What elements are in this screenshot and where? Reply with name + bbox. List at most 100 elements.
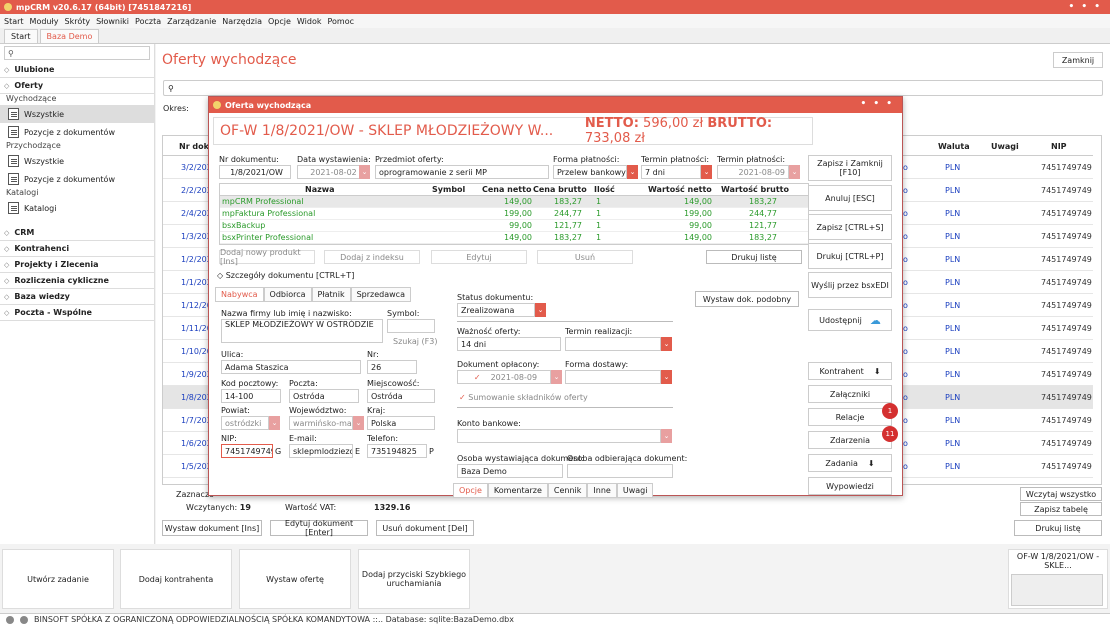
subject-field[interactable]: oprogramowanie z serii MP bbox=[375, 165, 549, 179]
sidebar-section-oferty[interactable]: ◇ Oferty bbox=[0, 78, 154, 94]
tab-cennik[interactable]: Cennik bbox=[547, 483, 588, 498]
post-office-field[interactable]: Ostróda bbox=[289, 389, 359, 403]
tab-start[interactable]: Start bbox=[4, 29, 38, 43]
payment-date-dropdown-icon[interactable]: ⌄ bbox=[789, 165, 800, 179]
save-table-button[interactable]: Zapisz tabelę bbox=[1020, 502, 1102, 516]
sidebar-item-wszystkie-przych[interactable]: Wszystkie bbox=[0, 152, 154, 170]
tile-add-shortcuts[interactable]: Dodaj przyciski Szybkiego uruchamiania bbox=[358, 549, 470, 609]
postal-code-field[interactable]: 14-100 bbox=[221, 389, 281, 403]
sidebar-section-poczta[interactable]: ◇ Poczta - Wspólne bbox=[0, 305, 154, 321]
menu-slowniki[interactable]: Słowniki bbox=[96, 17, 129, 26]
sum-components-checkbox[interactable]: ✓ Sumowanie składników oferty bbox=[459, 393, 588, 402]
payment-date-field[interactable]: 2021-08-09 bbox=[717, 165, 789, 179]
city-field[interactable]: Ostróda bbox=[367, 389, 435, 403]
add-document-button[interactable]: Wystaw dokument [Ins] bbox=[162, 520, 262, 536]
voivodeship-dropdown-icon[interactable]: ⌄ bbox=[353, 416, 364, 430]
sidebar-item-pozycje-wych[interactable]: Pozycje z dokumentów bbox=[0, 123, 154, 141]
email-field[interactable]: sklepmlodziezowy bbox=[289, 444, 353, 458]
menu-skroty[interactable]: Skróty bbox=[65, 17, 91, 26]
status-field[interactable]: Zrealizowana bbox=[457, 303, 535, 317]
realization-dropdown-icon[interactable]: ⌄ bbox=[661, 337, 672, 351]
realization-field[interactable] bbox=[565, 337, 661, 351]
phone-field[interactable]: 735194825 bbox=[367, 444, 427, 458]
tab-platnik[interactable]: Płatnik bbox=[311, 287, 351, 302]
date-dropdown-icon[interactable]: ⌄ bbox=[359, 165, 370, 179]
menu-start[interactable]: Start bbox=[4, 17, 24, 26]
bank-account-field[interactable] bbox=[457, 429, 661, 443]
edit-product-button[interactable]: Edytuj bbox=[431, 250, 527, 264]
product-row[interactable]: bsxPrinter Professional 149,00 183,27 1 149,… bbox=[220, 232, 808, 244]
menu-opcje[interactable]: Opcje bbox=[268, 17, 291, 26]
print-list-button[interactable]: Drukuj listę bbox=[1014, 520, 1102, 536]
voivodeship-field[interactable]: warmińsko-mazu bbox=[289, 416, 353, 430]
main-search-input[interactable]: ⚲ bbox=[163, 80, 1103, 96]
sidebar-section-kontrahenci[interactable]: ◇ Kontrahenci bbox=[0, 241, 154, 257]
product-row[interactable]: mpFaktura Professional 199,00 244,77 1 199,0… bbox=[220, 208, 808, 220]
country-field[interactable]: Polska bbox=[367, 416, 435, 430]
status-dropdown-icon[interactable]: ⌄ bbox=[535, 303, 546, 317]
phone-p-button[interactable]: P bbox=[429, 447, 434, 456]
nip-field[interactable]: 7451749749 bbox=[221, 444, 273, 458]
payment-term-dropdown-icon[interactable]: ⌄ bbox=[701, 165, 712, 179]
sidebar-item-katalogi[interactable]: Katalogi bbox=[0, 199, 154, 217]
issuer-field[interactable]: Baza Demo bbox=[457, 464, 563, 478]
similar-document-button[interactable]: Wystaw dok. podobny bbox=[695, 291, 799, 307]
col-uwagi[interactable]: Uwagi bbox=[991, 142, 1019, 151]
delete-document-button[interactable]: Usuń dokument [Del] bbox=[376, 520, 474, 536]
tile-create-task[interactable]: Utwórz zadanie bbox=[2, 549, 114, 609]
tile-add-contractor[interactable]: Dodaj kontrahenta bbox=[120, 549, 232, 609]
sidebar-item-wszystkie-wych[interactable]: Wszystkie bbox=[0, 105, 154, 123]
tab-nabywca[interactable]: Nabywca bbox=[215, 287, 264, 302]
relations-button[interactable]: Relacje bbox=[808, 408, 892, 426]
cancel-button[interactable]: Anuluj [ESC] bbox=[808, 185, 892, 211]
delete-product-button[interactable]: Usuń bbox=[537, 250, 633, 264]
tile-add-offer[interactable]: Wystaw ofertę bbox=[239, 549, 351, 609]
contractor-button[interactable]: Kontrahent ⬇ bbox=[808, 362, 892, 380]
attachments-button[interactable]: Załączniki bbox=[808, 385, 892, 403]
product-row[interactable]: mpCRM Professional 149,00 183,27 1 149,00 183… bbox=[220, 196, 808, 208]
county-field[interactable]: ostródzki bbox=[221, 416, 269, 430]
window-menu-icon[interactable]: • • • bbox=[1068, 2, 1102, 12]
validity-field[interactable]: 14 dni bbox=[457, 337, 561, 351]
search-f3-button[interactable]: Szukaj (F3) bbox=[393, 337, 437, 346]
payment-term-field[interactable]: 7 dni bbox=[641, 165, 701, 179]
house-nr-field[interactable]: 26 bbox=[367, 360, 417, 374]
col-nip[interactable]: NIP bbox=[1051, 142, 1067, 151]
menu-moduly[interactable]: Moduły bbox=[30, 17, 59, 26]
delivery-field[interactable] bbox=[565, 370, 661, 384]
tab-uwagi[interactable]: Uwagi bbox=[616, 483, 654, 498]
send-bsxedi-button[interactable]: Wyślij przez bsxEDI bbox=[808, 272, 892, 298]
save-button[interactable]: Zapisz [CTRL+S] bbox=[808, 214, 892, 240]
recipient-field[interactable] bbox=[567, 464, 673, 478]
load-all-button[interactable]: Wczytaj wszystko bbox=[1020, 487, 1102, 501]
save-close-button[interactable]: Zapisz i Zamknij [F10] bbox=[808, 155, 892, 181]
paid-field[interactable]: ✓ 2021-08-09 bbox=[457, 370, 551, 384]
delivery-dropdown-icon[interactable]: ⌄ bbox=[661, 370, 672, 384]
menu-narzedzia[interactable]: Narzędzia bbox=[222, 17, 262, 26]
dialog-menu-icon[interactable]: • • • bbox=[860, 99, 894, 109]
menu-pomoc[interactable]: Pomoc bbox=[327, 17, 354, 26]
print-products-button[interactable]: Drukuj listę bbox=[706, 250, 802, 264]
nip-g-button[interactable]: G bbox=[275, 447, 281, 456]
tab-inne[interactable]: Inne bbox=[587, 483, 617, 498]
sidebar-section-crm[interactable]: ◇ CRM bbox=[0, 225, 154, 241]
print-button[interactable]: Drukuj [CTRL+P] bbox=[808, 243, 892, 269]
bank-account-dropdown-icon[interactable]: ⌄ bbox=[661, 429, 672, 443]
tab-opcje[interactable]: Opcje bbox=[453, 483, 488, 498]
window-thumbnail[interactable]: OF-W 1/8/2021/OW - SKLE... bbox=[1008, 549, 1108, 609]
nr-field[interactable]: 1/8/2021/OW bbox=[219, 165, 291, 179]
tab-sprzedawca[interactable]: Sprzedawca bbox=[350, 287, 411, 302]
sidebar-search-input[interactable]: ⚲ bbox=[4, 46, 150, 60]
add-from-index-button[interactable]: Dodaj z indeksu bbox=[324, 250, 420, 264]
tab-komentarze[interactable]: Komentarze bbox=[487, 483, 548, 498]
street-field[interactable]: Adama Staszica bbox=[221, 360, 361, 374]
col-waluta[interactable]: Waluta bbox=[938, 142, 970, 151]
sidebar-section-ulubione[interactable]: ◇ Ulubione bbox=[0, 62, 154, 78]
tab-odbiorca[interactable]: Odbiorca bbox=[263, 287, 312, 302]
county-dropdown-icon[interactable]: ⌄ bbox=[269, 416, 280, 430]
add-product-button[interactable]: Dodaj nowy produkt [Ins] bbox=[219, 248, 315, 266]
tab-baza-demo[interactable]: Baza Demo bbox=[39, 29, 100, 43]
product-row[interactable]: bsxBackup 99,00 121,77 1 99,00 121,77 bbox=[220, 220, 808, 232]
sidebar-section-projekty[interactable]: ◇ Projekty i Zlecenia bbox=[0, 257, 154, 273]
email-e-button[interactable]: E bbox=[355, 447, 360, 456]
